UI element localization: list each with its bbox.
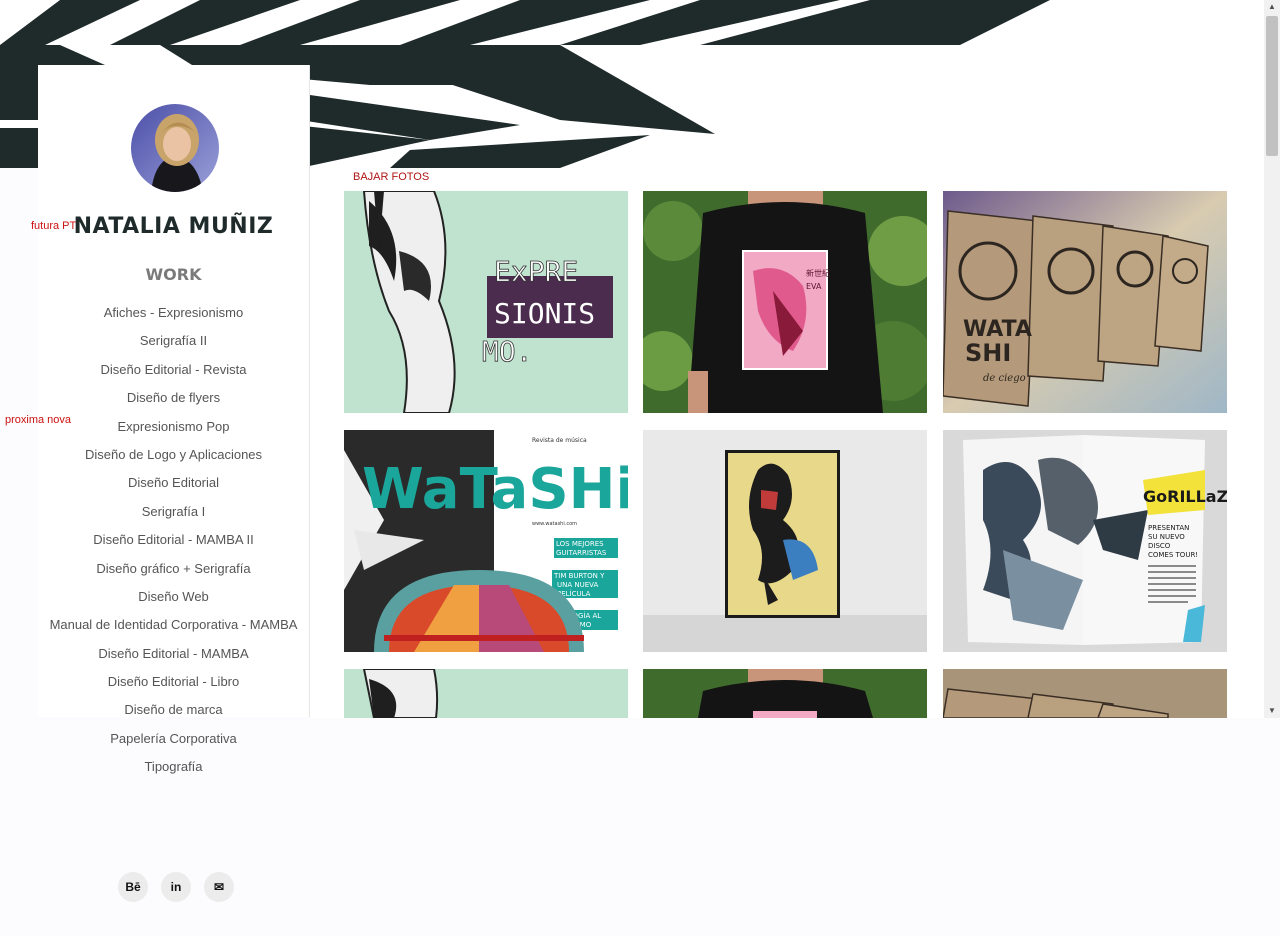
nav-item[interactable]: Serigrafía I xyxy=(38,502,309,530)
poster-line-2: SIONIS xyxy=(494,297,595,330)
project-thumb-flyers[interactable] xyxy=(643,430,927,652)
nav-item[interactable]: Diseño gráfico + Serigrafía xyxy=(38,559,309,587)
poster-line-1: ExPRE xyxy=(494,255,578,288)
cards-word-2: SHI xyxy=(965,339,1011,367)
project-thumb-expresionismo[interactable]: ExPRE SIONIS MO. xyxy=(344,191,628,413)
nav-item[interactable]: Manual de Identidad Corporativa - MAMBA xyxy=(38,615,309,643)
magazine-headline-2: GUITARRISTAS xyxy=(556,549,607,557)
nav-font-annotation: proxima nova xyxy=(5,414,72,426)
nav-item[interactable]: Diseño de flyers xyxy=(38,388,309,416)
project-thumb-row3-1[interactable] xyxy=(344,669,628,718)
nav-item[interactable]: Diseño Editorial xyxy=(38,473,309,501)
project-thumb-expresionismo-pop[interactable]: GoRILLaZ PRESENTAN SU NUEVO DISCO COMES … xyxy=(943,430,1227,652)
magazine-kicker: Revista de música xyxy=(532,437,587,444)
nav-item[interactable]: Diseño Editorial - MAMBA xyxy=(38,644,309,672)
email-icon[interactable]: ✉ xyxy=(204,872,234,902)
nav-item[interactable]: Diseño Editorial - MAMBA II xyxy=(38,530,309,558)
scroll-down-icon[interactable]: ▼ xyxy=(1264,704,1280,718)
nav-item[interactable]: Tipografía xyxy=(38,757,309,785)
nav-item[interactable]: Diseño de marca xyxy=(38,700,309,728)
poster-line-3: MO. xyxy=(482,335,533,368)
linkedin-icon[interactable]: in xyxy=(161,872,191,902)
project-thumb-revista[interactable]: WaTaSHi Revista de música www.watashi.co… xyxy=(344,430,628,652)
nav-item[interactable]: Diseño Web xyxy=(38,587,309,615)
magazine-web: www.watashi.com xyxy=(532,521,577,527)
cards-tag: de ciego xyxy=(983,373,1026,384)
magazine-headline-4: UNA NUEVA xyxy=(557,581,598,589)
project-thumb-row3-3[interactable] xyxy=(943,669,1227,718)
spread-title: GoRILLaZ xyxy=(1143,487,1227,506)
nav-item[interactable]: Serigrafía II xyxy=(38,331,309,359)
scroll-up-icon[interactable]: ▲ xyxy=(1264,0,1280,14)
shirt-tag-2: EVA xyxy=(806,282,822,291)
magazine-headline-3: TIM BURTON Y xyxy=(553,572,605,580)
nav-item[interactable]: Afiches - Expresionismo xyxy=(38,303,309,331)
spread-sub-1: PRESENTAN xyxy=(1148,524,1189,532)
spread-sub-2: SU NUEVO xyxy=(1148,533,1185,541)
spread-sub-4: COMES TOUR! xyxy=(1148,551,1198,559)
avatar[interactable] xyxy=(131,104,219,192)
magazine-title: WaTaSHi xyxy=(362,457,628,522)
spread-sub-3: DISCO xyxy=(1148,542,1171,550)
shirt-tag-1: 新世紀 xyxy=(806,268,830,278)
project-nav: Afiches - Expresionismo Serigrafía II Di… xyxy=(38,303,309,786)
scroll-thumb[interactable] xyxy=(1266,16,1278,156)
nav-item[interactable]: Diseño Editorial - Revista xyxy=(38,360,309,388)
section-title: WORK xyxy=(145,265,202,284)
font-annotation: futura PT xyxy=(31,220,77,232)
nav-item[interactable]: Expresionismo Pop xyxy=(38,417,309,445)
profile-name: NATALIA MUÑIZ xyxy=(73,214,274,239)
project-thumb-row3-2[interactable] xyxy=(643,669,927,718)
nav-item[interactable]: Diseño Editorial - Libro xyxy=(38,672,309,700)
project-thumb-editorial[interactable]: WATA SHI de ciego xyxy=(943,191,1227,413)
magazine-headline-1: LOS MEJORES xyxy=(556,540,604,548)
nav-item[interactable]: Diseño de Logo y Aplicaciones xyxy=(38,445,309,473)
project-thumb-serigrafia[interactable]: 新世紀 EVA xyxy=(643,191,927,413)
page-scrollbar[interactable]: ▲ ▼ xyxy=(1264,0,1280,718)
download-photos-label: BAJAR FOTOS xyxy=(353,171,430,183)
nav-item[interactable]: Papelería Corporativa xyxy=(38,729,309,757)
behance-icon[interactable]: Bē xyxy=(118,872,148,902)
